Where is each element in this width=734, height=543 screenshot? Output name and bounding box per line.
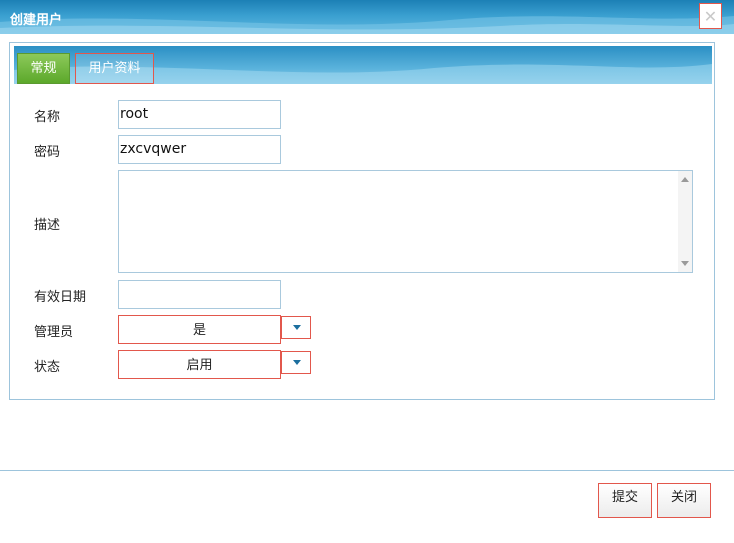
submit-button[interactable]: 提交 bbox=[598, 483, 652, 518]
tab-user-profile[interactable]: 用户资料 bbox=[75, 53, 154, 84]
title-bar-wave-decoration bbox=[0, 16, 734, 34]
tab-strip: 常规 用户资料 bbox=[14, 46, 712, 84]
status-dropdown-button[interactable] bbox=[281, 351, 311, 374]
dialog-title-bar[interactable]: 创建用户 ✕ bbox=[0, 0, 734, 34]
tab-general[interactable]: 常规 bbox=[17, 53, 70, 84]
dialog-title: 创建用户 bbox=[10, 13, 63, 28]
admin-dropdown-button[interactable] bbox=[281, 316, 311, 339]
admin-label: 管理员 bbox=[34, 325, 74, 340]
password-label: 密码 bbox=[34, 145, 61, 160]
admin-select[interactable]: 是 bbox=[118, 315, 281, 344]
name-input[interactable]: root bbox=[118, 100, 281, 129]
close-icon[interactable]: ✕ bbox=[699, 3, 722, 29]
expiry-date-input[interactable] bbox=[118, 280, 281, 309]
chevron-down-icon bbox=[293, 325, 301, 330]
name-label: 名称 bbox=[34, 110, 61, 125]
status-select[interactable]: 启用 bbox=[118, 350, 281, 379]
expiry-date-label: 有效日期 bbox=[34, 290, 87, 305]
footer-divider bbox=[0, 470, 734, 471]
password-input[interactable]: zxcvqwer bbox=[118, 135, 281, 164]
chevron-down-icon bbox=[293, 360, 301, 365]
description-scrollbar[interactable] bbox=[678, 171, 692, 272]
scroll-up-icon[interactable] bbox=[681, 177, 689, 182]
close-button[interactable]: 关闭 bbox=[657, 483, 711, 518]
scroll-down-icon[interactable] bbox=[681, 261, 689, 266]
status-label: 状态 bbox=[34, 360, 61, 375]
description-label: 描述 bbox=[34, 218, 61, 233]
description-textarea[interactable] bbox=[118, 170, 693, 273]
create-user-dialog: 创建用户 ✕ 常规 用户资料 名称 root 密码 zxcvqwer 描述 有效… bbox=[0, 0, 734, 543]
